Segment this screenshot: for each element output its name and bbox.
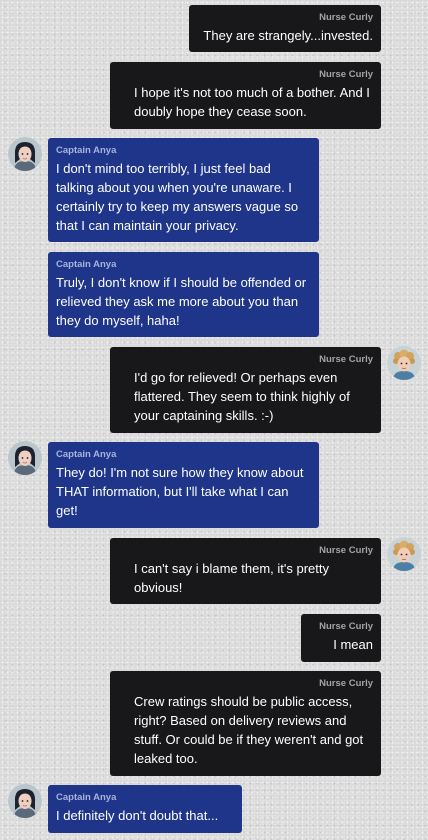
message-text: I don't mind too terribly, I just feel b… [56,161,299,233]
dark-haired-woman-icon [8,441,42,475]
message-bubble-received: Captain Anya They do! I'm not sure how t… [48,442,319,528]
dark-haired-woman-icon [8,784,42,818]
sender-name: Captain Anya [56,449,117,460]
sender-name: Nurse Curly [319,678,373,689]
message-text: Crew ratings should be public access, ri… [134,694,364,766]
message-text: They are strangely...invested. [203,28,373,43]
nurse-curly-avatar[interactable] [387,346,421,380]
message-text: I can't say i blame them, it's pretty ob… [134,561,329,595]
message-bubble-received: Captain Anya I definitely don't doubt th… [48,785,242,833]
sender-name: Nurse Curly [319,354,373,365]
message-bubble-sent: Nurse Curly I'd go for relieved! Or perh… [110,347,381,433]
sender-name: Captain Anya [56,792,117,803]
nurse-curly-avatar[interactable] [387,537,421,571]
message-text: I'd go for relieved! Or perhaps even fla… [134,370,350,423]
message-text: I definitely don't doubt that... [56,808,219,823]
message-bubble-sent: Nurse Curly I can't say i blame them, it… [110,538,381,604]
sender-name: Nurse Curly [319,545,373,556]
message-bubble-received: Captain Anya Truly, I don't know if I sh… [48,252,319,337]
message-text: I hope it's not too much of a bother. An… [134,85,370,119]
sender-name: Nurse Curly [319,69,373,80]
message-bubble-sent: Nurse Curly They are strangely...investe… [189,5,381,52]
message-bubble-sent: Nurse Curly I hope it's not too much of … [110,62,381,129]
sender-name: Captain Anya [56,145,117,156]
message-bubble-sent: Nurse Curly Crew ratings should be publi… [110,671,381,776]
message-bubble-received: Captain Anya I don't mind too terribly, … [48,138,319,242]
sender-name: Captain Anya [56,259,117,270]
captain-anya-avatar[interactable] [8,137,42,171]
captain-anya-avatar[interactable] [8,441,42,475]
blonde-curly-haired-man-icon [387,346,421,380]
sender-name: Nurse Curly [319,621,373,632]
dark-haired-woman-icon [8,137,42,171]
message-text: I mean [333,637,373,652]
message-bubble-sent: Nurse Curly I mean [301,614,381,662]
message-text: They do! I'm not sure how they know abou… [56,465,304,518]
sender-name: Nurse Curly [319,12,373,23]
blonde-curly-haired-man-icon [387,537,421,571]
captain-anya-avatar[interactable] [8,784,42,818]
message-text: Truly, I don't know if I should be offen… [56,275,307,328]
